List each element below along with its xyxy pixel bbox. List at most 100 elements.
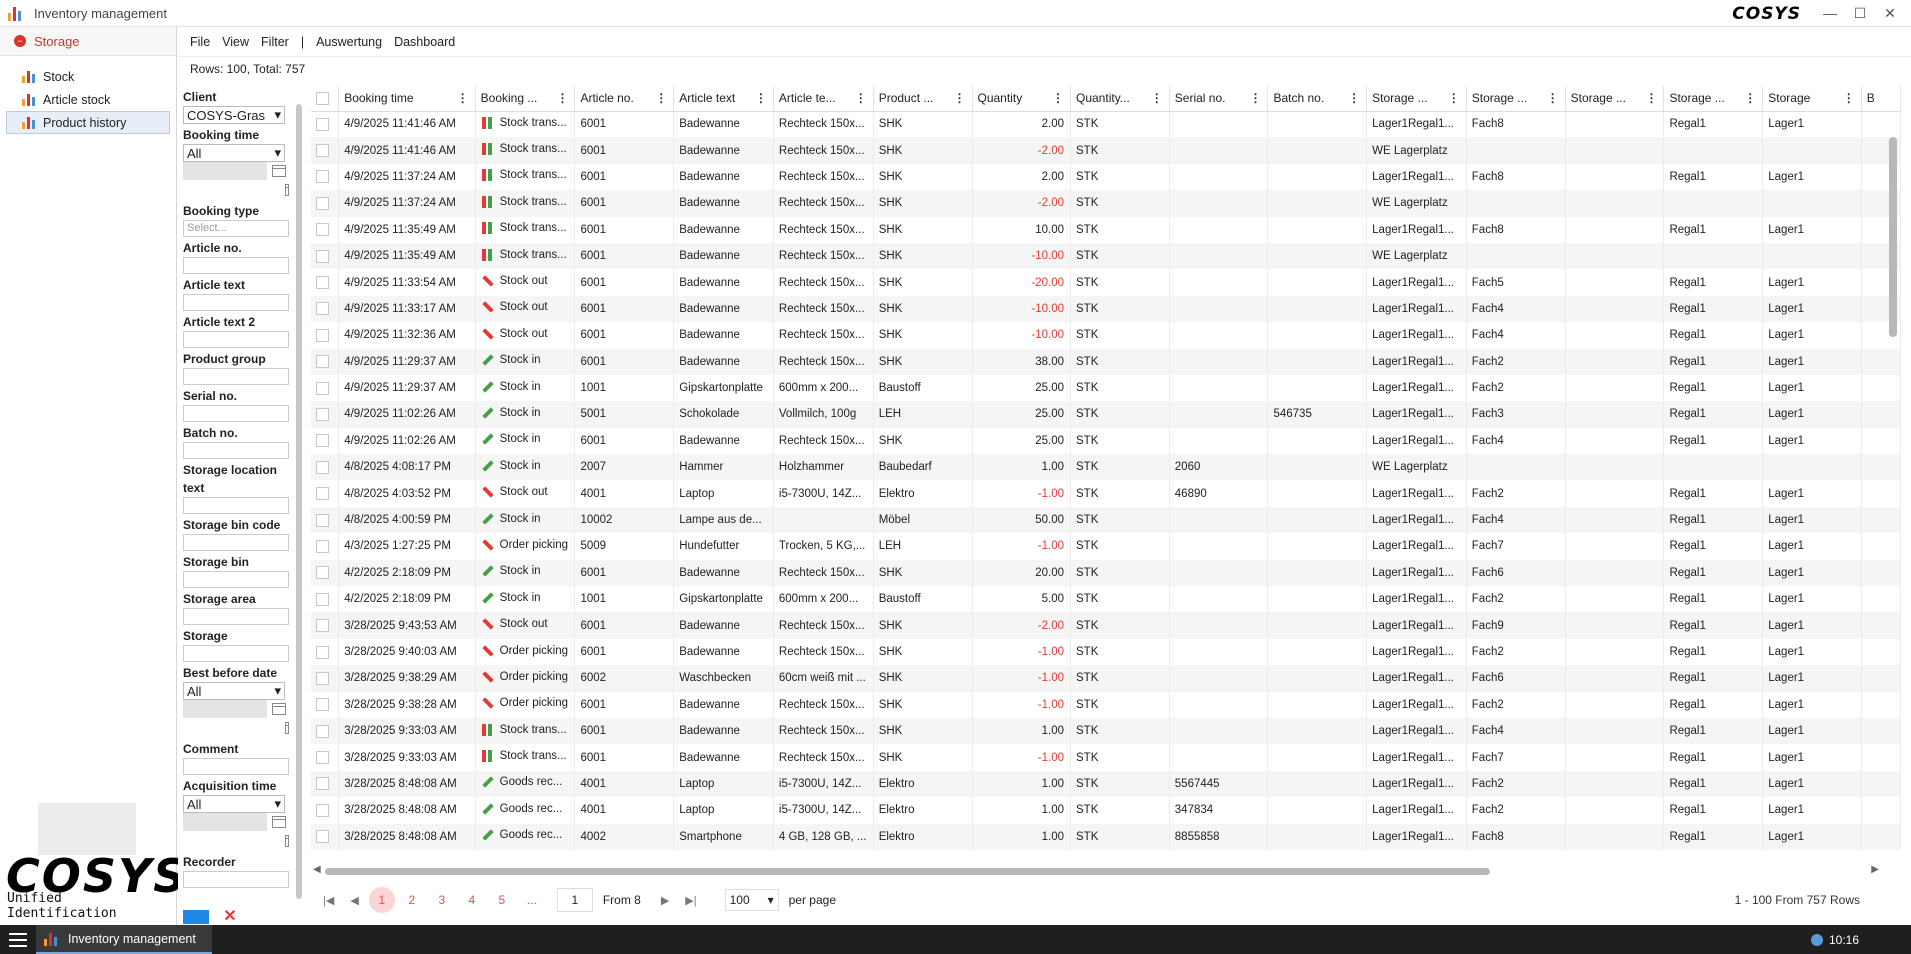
row-checkbox[interactable]: [311, 454, 340, 481]
row-checkbox[interactable]: [311, 163, 340, 191]
scrollbar-thumb[interactable]: [1889, 137, 1897, 337]
column-header[interactable]: Serial no. ⋮: [1169, 86, 1269, 112]
next-page-icon[interactable]: ▶: [661, 894, 669, 907]
product-group-input[interactable]: [183, 368, 289, 385]
close-icon[interactable]: ✕: [1875, 3, 1905, 23]
storage-bin-input[interactable]: [183, 571, 289, 588]
page-3-button[interactable]: 3: [429, 887, 455, 913]
row-checkbox[interactable]: [311, 216, 340, 243]
current-page-input[interactable]: 1: [556, 888, 593, 912]
article-no-input[interactable]: [183, 257, 289, 274]
row-checkbox[interactable]: [311, 427, 340, 455]
table-row[interactable]: 4/9/2025 11:35:49 AM Stock trans... 6001 Ba…: [311, 242, 1901, 270]
recorder-input[interactable]: [183, 871, 289, 888]
row-checkbox[interactable]: [311, 770, 340, 798]
page-1-button[interactable]: 1: [368, 887, 395, 913]
page-2-button[interactable]: 2: [399, 887, 425, 913]
column-header[interactable]: Storage ... ⋮: [1565, 86, 1665, 112]
column-header[interactable]: B: [1861, 86, 1901, 112]
row-checkbox[interactable]: [311, 506, 340, 534]
booking-time-select[interactable]: All ▾: [183, 144, 285, 162]
table-row[interactable]: 4/9/2025 11:29:37 AM Stock in 6001 Badewann…: [311, 348, 1901, 375]
row-checkbox[interactable]: [311, 665, 340, 692]
column-header[interactable]: Storage ... ⋮: [1366, 86, 1467, 112]
article-text-2-input[interactable]: [183, 331, 289, 348]
table-row[interactable]: 4/9/2025 11:41:46 AM Stock trans... 6001 Ba…: [311, 111, 1901, 138]
table-row[interactable]: 4/9/2025 11:33:54 AM Stock out 6001 Badewan…: [311, 269, 1901, 296]
table-row[interactable]: 4/3/2025 1:27:25 PM Order picking 5009 Hund…: [311, 533, 1901, 560]
row-checkbox[interactable]: [311, 242, 340, 270]
column-menu-icon[interactable]: ⋮: [1448, 91, 1460, 105]
prev-page-icon[interactable]: ◀: [350, 894, 358, 907]
row-checkbox[interactable]: [311, 744, 340, 771]
page-size-select[interactable]: 100 ▾: [724, 889, 779, 911]
table-row[interactable]: 3/28/2025 9:38:28 AM Order picking 6001 Bad…: [311, 691, 1901, 718]
start-menu-icon[interactable]: [0, 925, 36, 954]
row-checkbox[interactable]: [311, 401, 340, 428]
first-page-icon[interactable]: |◀: [323, 894, 334, 907]
taskbar-app-button[interactable]: Inventory management: [36, 925, 212, 954]
table-row[interactable]: 3/28/2025 8:48:08 AM Goods rec... 4001 Lapt…: [311, 797, 1901, 824]
column-header[interactable]: Storage ⋮: [1762, 86, 1862, 112]
table-row[interactable]: 3/28/2025 9:38:29 AM Order picking 6002 Was…: [311, 665, 1901, 692]
menu-view[interactable]: View: [222, 35, 249, 49]
apply-filter-button[interactable]: [183, 910, 209, 924]
column-header[interactable]: Storage ... ⋮: [1663, 86, 1764, 112]
select-all-checkbox[interactable]: [311, 86, 340, 112]
grid-vertical-scrollbar[interactable]: [1886, 115, 1899, 865]
page-5-button[interactable]: 5: [489, 887, 515, 913]
maximize-icon[interactable]: ☐: [1845, 3, 1875, 23]
column-menu-icon[interactable]: ⋮: [855, 91, 867, 105]
booking-type-select[interactable]: Select...: [183, 220, 289, 237]
column-header[interactable]: Booking time ⋮: [338, 86, 476, 112]
filter-scrollbar[interactable]: [295, 90, 303, 918]
column-menu-icon[interactable]: ⋮: [1249, 91, 1261, 105]
table-row[interactable]: 4/8/2025 4:03:52 PM Stock out 4001 Laptop i5…: [311, 480, 1901, 507]
table-row[interactable]: 4/8/2025 4:08:17 PM Stock in 2007 Hammer Hol…: [311, 454, 1901, 481]
table-row[interactable]: 3/28/2025 9:40:03 AM Order picking 6001 Bad…: [311, 638, 1901, 666]
scroll-right-icon[interactable]: ▶: [1871, 864, 1879, 875]
page-4-button[interactable]: 4: [459, 887, 485, 913]
pages-ellipsis[interactable]: ...: [527, 893, 537, 907]
column-menu-icon[interactable]: ⋮: [954, 91, 966, 105]
table-row[interactable]: 4/2/2025 2:18:09 PM Stock in 6001 Badewanne…: [311, 559, 1901, 587]
minimize-icon[interactable]: —: [1815, 3, 1845, 23]
column-menu-icon[interactable]: ⋮: [1744, 91, 1756, 105]
column-header[interactable]: Article te... ⋮: [773, 86, 874, 112]
column-header[interactable]: Quantity... ⋮: [1070, 86, 1170, 112]
table-row[interactable]: 4/8/2025 4:00:59 PM Stock in 10002 Lampe au…: [311, 506, 1901, 534]
row-checkbox[interactable]: [311, 586, 340, 613]
column-menu-icon[interactable]: ⋮: [1645, 91, 1657, 105]
menu-dashboard[interactable]: Dashboard: [394, 35, 455, 49]
calendar-icon[interactable]: [272, 816, 286, 828]
table-row[interactable]: 4/9/2025 11:37:24 AM Stock trans... 6001 Ba…: [311, 163, 1901, 191]
row-checkbox[interactable]: [311, 322, 340, 349]
client-select[interactable]: COSYS-Gras ▾: [183, 106, 285, 124]
sidebar-header-storage[interactable]: − Storage: [0, 27, 176, 56]
table-row[interactable]: 3/28/2025 9:43:53 AM Stock out 6001 Badewan…: [311, 612, 1901, 639]
storage-area-input[interactable]: [183, 608, 289, 625]
row-checkbox[interactable]: [311, 717, 340, 745]
table-row[interactable]: 4/2/2025 2:18:09 PM Stock in 1001 Gipskarto…: [311, 586, 1901, 613]
calendar-icon[interactable]: [285, 835, 289, 847]
row-checkbox[interactable]: [311, 612, 340, 639]
table-row[interactable]: 4/9/2025 11:32:36 AM Stock out 6001 Badewan…: [311, 322, 1901, 349]
network-icon[interactable]: [1810, 933, 1823, 946]
column-header[interactable]: Booking ... ⋮: [475, 86, 576, 112]
row-checkbox[interactable]: [311, 691, 340, 718]
row-checkbox[interactable]: [311, 111, 340, 138]
serial-no-input[interactable]: [183, 405, 289, 422]
menu-filter[interactable]: Filter: [261, 35, 289, 49]
row-checkbox[interactable]: [311, 533, 340, 560]
scrollbar-thumb[interactable]: [296, 104, 302, 899]
row-checkbox[interactable]: [311, 295, 340, 323]
column-menu-icon[interactable]: ⋮: [1052, 91, 1064, 105]
date-field[interactable]: [183, 162, 267, 180]
row-checkbox[interactable]: [311, 137, 340, 164]
table-row[interactable]: 4/9/2025 11:33:17 AM Stock out 6001 Badewan…: [311, 295, 1901, 323]
column-menu-icon[interactable]: ⋮: [655, 91, 667, 105]
batch-no-input[interactable]: [183, 442, 289, 459]
column-menu-icon[interactable]: ⋮: [1843, 91, 1855, 105]
scroll-left-icon[interactable]: ◀: [313, 864, 321, 875]
column-menu-icon[interactable]: ⋮: [556, 91, 568, 105]
